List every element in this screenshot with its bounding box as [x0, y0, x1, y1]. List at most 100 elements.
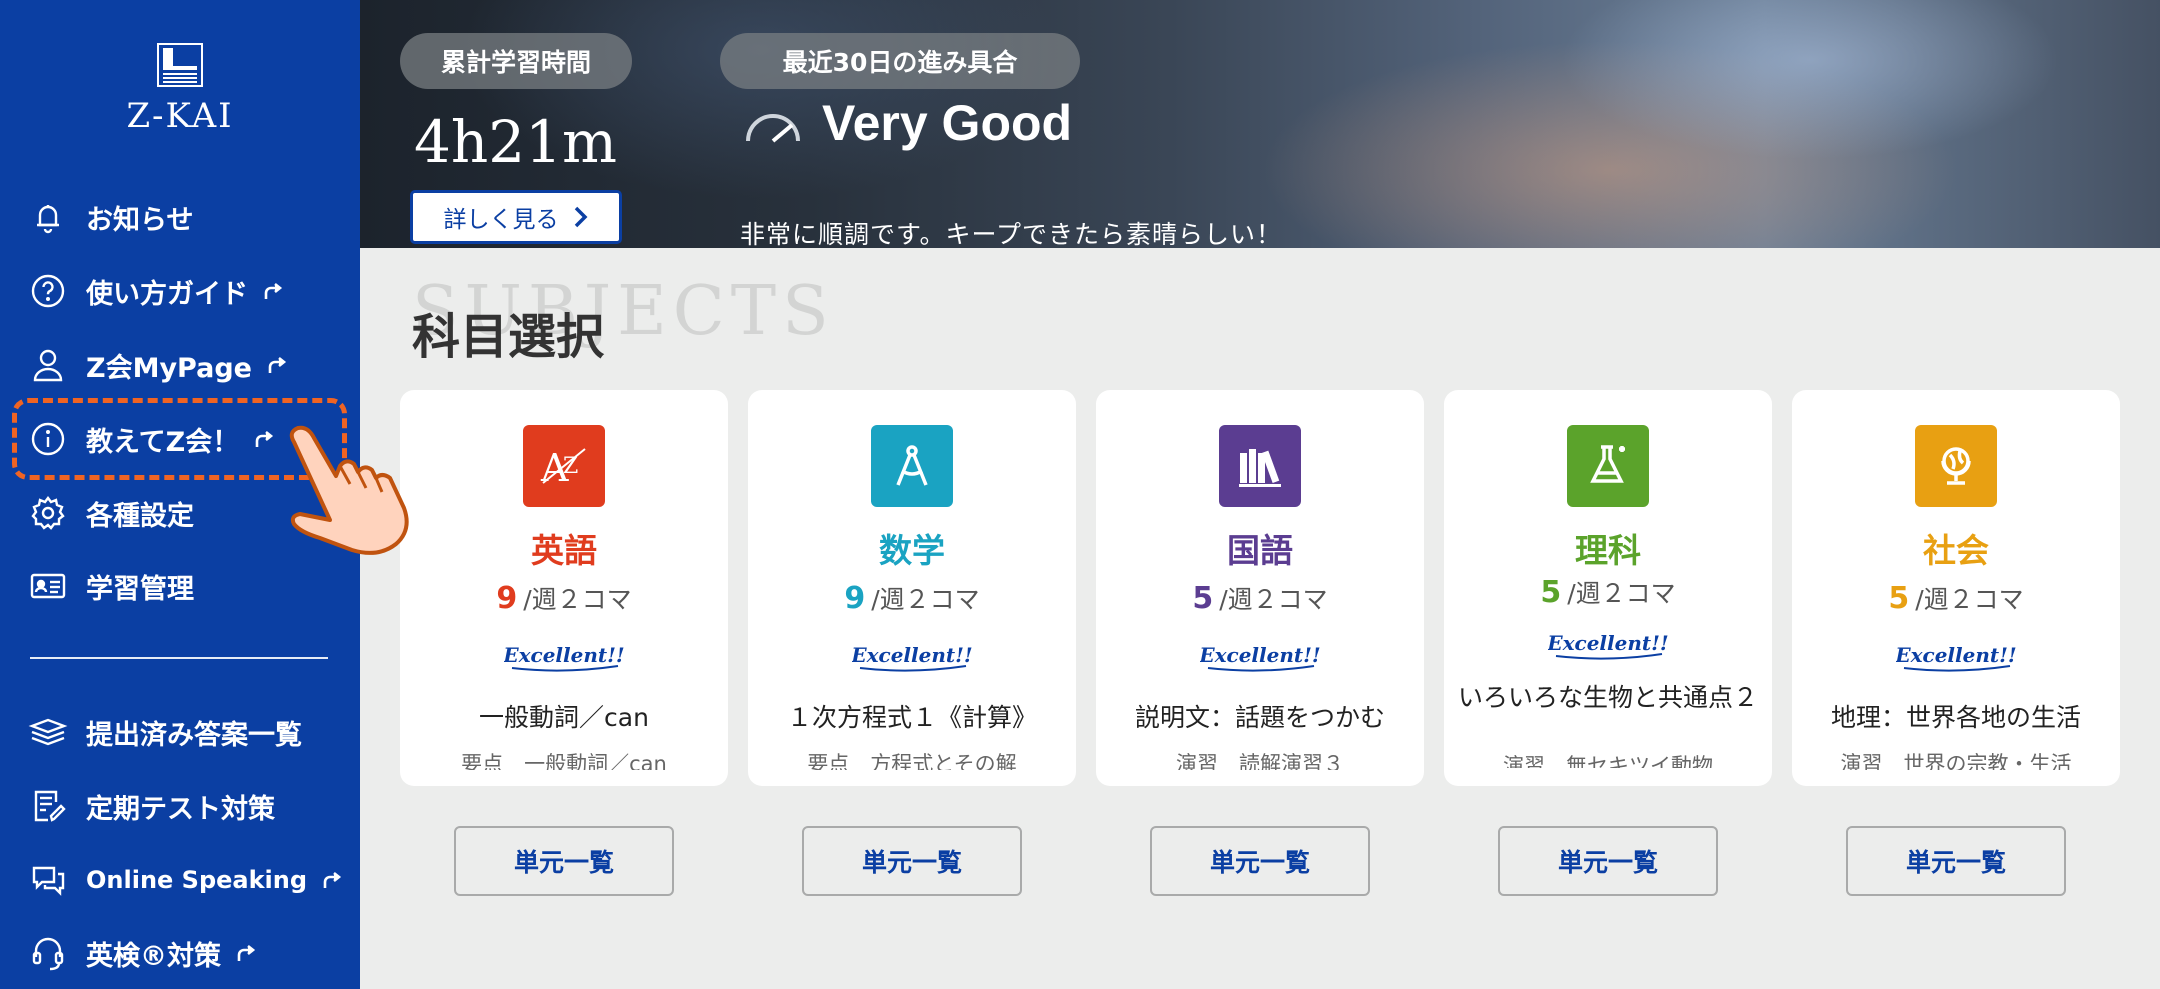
- subject-card-social[interactable]: 社会 5/週２コマ Excellent!! 地理：世界各地の生活 演習 世界の宗…: [1792, 390, 2120, 786]
- sidebar-item-label: 学習管理: [86, 573, 194, 605]
- subject-card-math[interactable]: 数学 9/週２コマ Excellent!! １次方程式１《計算》 要点 方程式と…: [748, 390, 1076, 786]
- weekly-count: 5/週２コマ: [1096, 580, 1424, 616]
- unit-title: いろいろな生物と共通点２: [1457, 683, 1758, 712]
- excellent-badge: Excellent!!: [1548, 631, 1668, 660]
- excellent-badge: Excellent!!: [1200, 643, 1320, 672]
- external-link-icon: [323, 871, 342, 888]
- weekly-count: 9/週２コマ: [400, 580, 728, 616]
- subject-name: 数学: [879, 531, 945, 570]
- unit-title: 説明文：話題をつかむ: [1134, 703, 1385, 732]
- section-title: 科目選択: [412, 309, 605, 365]
- logo-text: Z-KAI: [126, 96, 234, 136]
- count-unit: /週２コマ: [1567, 579, 1676, 608]
- sidebar-item-label: 英検®対策: [86, 940, 221, 972]
- badge-text: Excellent!!: [1548, 631, 1668, 655]
- sidebar-item-label: Online Speaking: [86, 866, 308, 894]
- subject-name: 社会: [1923, 531, 1989, 570]
- books-icon: [1219, 425, 1301, 507]
- sidebar-item-label: 使い方ガイド: [86, 278, 248, 310]
- az-icon: AZ: [523, 425, 605, 507]
- unit-list-button-science[interactable]: 単元一覧: [1498, 826, 1718, 896]
- count-unit: /週２コマ: [523, 585, 632, 614]
- sidebar-item-exam-prep[interactable]: 定期テスト対策: [28, 781, 275, 831]
- subject-card-english[interactable]: AZ 英語 9/週２コマ Excellent!! 一般動詞／can 要点 一般動…: [400, 390, 728, 786]
- count-number: 5: [1888, 581, 1910, 616]
- progress-message: 非常に順調です。キープできたら素晴らしい！: [740, 220, 1283, 248]
- unit-subtitle: 演習 読解演習３: [1176, 752, 1344, 770]
- user-icon: [33, 349, 63, 382]
- progress-status: Very Good: [822, 95, 1073, 151]
- badge-text: Excellent!!: [504, 643, 624, 667]
- flask-icon: [1567, 425, 1649, 507]
- unit-title: 一般動詞／can: [479, 703, 649, 732]
- count-number: 9: [844, 581, 866, 616]
- badge-text: Excellent!!: [1200, 643, 1320, 667]
- id-card-icon: [30, 573, 66, 599]
- detail-button-label: 詳しく見る: [443, 207, 559, 233]
- bell-icon: [37, 205, 59, 234]
- svg-text:Z: Z: [563, 454, 578, 479]
- sidebar-item-learning-management[interactable]: 学習管理: [28, 561, 194, 611]
- count-unit: /週２コマ: [871, 585, 980, 614]
- unit-list-button-math[interactable]: 単元一覧: [802, 826, 1022, 896]
- sidebar-item-eiken[interactable]: 英検®対策: [28, 928, 257, 978]
- z-kai-logo[interactable]: Z-KAI: [0, 40, 360, 136]
- sidebar-item-online-speaking[interactable]: Online Speaking: [28, 855, 343, 905]
- total-time-value: 4h21m: [414, 108, 618, 176]
- sidebar-item-submitted-answers[interactable]: 提出済み答案一覧: [28, 707, 302, 757]
- unit-title: 地理：世界各地の生活: [1830, 703, 2081, 732]
- sidebar-item-settings[interactable]: 各種設定: [28, 488, 194, 538]
- headset-icon: [32, 937, 64, 971]
- external-link-icon: [268, 356, 287, 373]
- unit-list-button-social[interactable]: 単元一覧: [1846, 826, 2066, 896]
- sidebar-item-label: 提出済み答案一覧: [86, 719, 302, 751]
- external-link-icon: [264, 282, 283, 299]
- unit-subtitle: 要点 一般動詞／can: [461, 752, 667, 770]
- count-number: 5: [1540, 575, 1562, 610]
- unit-list-button-english[interactable]: 単元一覧: [454, 826, 674, 896]
- count-number: 5: [1192, 581, 1214, 616]
- count-number: 9: [496, 581, 518, 616]
- sidebar-item-mypage[interactable]: Z会MyPage: [28, 340, 288, 390]
- excellent-badge: Excellent!!: [1896, 643, 2016, 672]
- logo-mark-icon: [155, 40, 205, 90]
- sidebar-item-guide[interactable]: 使い方ガイド: [28, 266, 284, 316]
- detail-button[interactable]: 詳しく見る: [410, 190, 622, 244]
- excellent-badge: Excellent!!: [504, 643, 624, 672]
- sidebar-item-label: 定期テスト対策: [86, 793, 275, 825]
- sidebar-divider: [30, 657, 328, 659]
- chevron-right-icon: [574, 206, 587, 228]
- weekly-count: 5/週２コマ: [1792, 580, 2120, 616]
- subject-card-japanese[interactable]: 国語 5/週２コマ Excellent!! 説明文：話題をつかむ 演習 読解演習…: [1096, 390, 1424, 786]
- sidebar-item-label: お知らせ: [86, 204, 194, 236]
- sidebar-item-label: Z会MyPage: [86, 352, 252, 384]
- compass-icon: [871, 425, 953, 507]
- help-circle-icon: [31, 274, 65, 308]
- weekly-count: 9/週２コマ: [748, 580, 1076, 616]
- unit-subtitle: 演習 世界の宗教・生活: [1840, 752, 2072, 770]
- subject-name: 理科: [1575, 531, 1641, 570]
- unit-subtitle: 要点 方程式とその解: [807, 752, 1017, 770]
- weekly-count: 5/週２コマ: [1444, 574, 1772, 610]
- unit-list-button-japanese[interactable]: 単元一覧: [1150, 826, 1370, 896]
- study-stats-banner: 累計学習時間 4h21m 詳しく見る 最近30日の進み具合 Very Good …: [360, 0, 2160, 248]
- total-time-label: 累計学習時間: [400, 33, 632, 89]
- pointing-hand-icon: [289, 425, 409, 555]
- excellent-badge: Excellent!!: [852, 643, 972, 672]
- count-unit: /週２コマ: [1219, 585, 1328, 614]
- sidebar-item-notice[interactable]: お知らせ: [28, 192, 193, 242]
- gauge-icon: [746, 114, 800, 143]
- count-unit: /週２コマ: [1915, 585, 2024, 614]
- external-link-icon: [237, 944, 256, 961]
- badge-text: Excellent!!: [1896, 643, 2016, 667]
- stacked-papers-icon: [28, 718, 68, 746]
- progress-label: 最近30日の進み具合: [720, 33, 1080, 89]
- chat-bubbles-icon: [32, 866, 65, 896]
- subject-card-science[interactable]: 理科 5/週２コマ Excellent!! いろいろな生物と共通点２ 演習 無セ…: [1444, 390, 1772, 786]
- unit-title: １次方程式１《計算》: [786, 703, 1037, 732]
- subject-name: 英語: [531, 531, 597, 570]
- document-edit-icon: [34, 790, 66, 822]
- gear-icon: [31, 496, 65, 530]
- globe-icon: [1915, 425, 1997, 507]
- badge-text: Excellent!!: [852, 643, 972, 667]
